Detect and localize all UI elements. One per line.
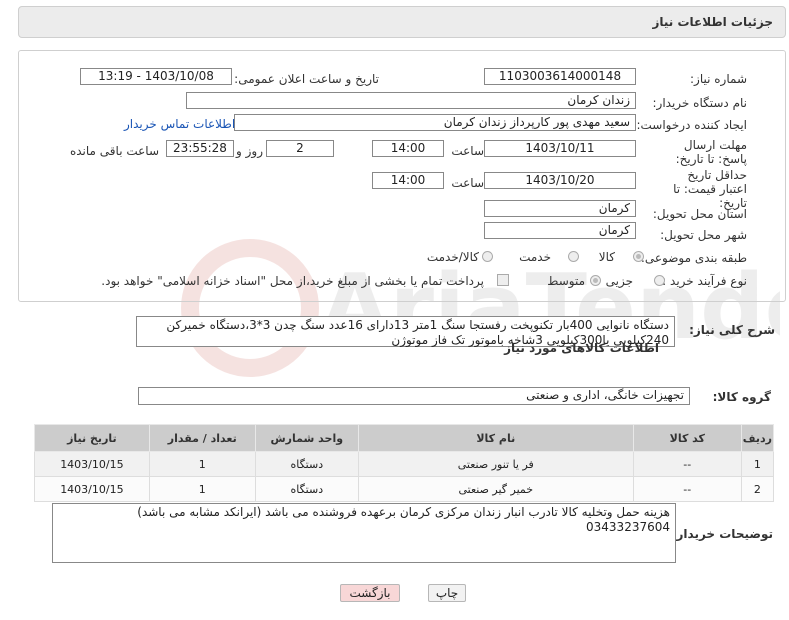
back-button[interactable]: بازگشت [340,584,400,602]
category-service-radio[interactable] [568,251,579,262]
buyer-notes-line-1: هزینه حمل وتخلیه کالا تادرب انبار زندان … [137,505,670,519]
province-label: استان محل تحویل: [652,207,747,221]
process-medium-radio[interactable] [590,275,601,286]
description-line-1: دستگاه نانوایی 400بار تکنوپخت رفستجا سنگ… [166,318,669,332]
col-name: نام کالا [357,424,634,452]
buyer-notes-line-2: 03433237604 [586,520,670,534]
description-label: شرح کلی نیاز: [689,323,775,337]
validity-label: حداقل تاریخ اعتبار قیمت: تا تاریخ: [673,168,747,210]
buyer-notes-textarea: هزینه حمل وتخلیه کالا تادرب انبار زندان … [52,503,676,563]
treasury-payment-checkbox[interactable] [497,274,509,286]
deadline-label: مهلت ارسال پاسخ: تا تاریخ: [675,138,747,166]
remaining-time-field: 23:55:28 [166,140,234,157]
page-header: جزئیات اطلاعات نیاز [18,6,786,38]
category-goods-label: کالا [598,250,615,264]
row-unit: دستگاه [254,476,359,502]
creator-field: سعید مهدی پور کارپرداز زندان کرمان [234,114,636,131]
category-goods-radio[interactable] [633,251,644,262]
row-code: -- [632,476,742,502]
creator-label: ایجاد کننده درخواست: [636,118,747,132]
treasury-payment-note: پرداخت تمام یا بخشی از مبلغ خرید،از محل … [101,274,484,288]
city-field: کرمان [484,222,636,239]
goods-group-label: گروه کالا: [712,390,771,404]
goods-table-header: ردیف کد کالا نام کالا واحد شمارش تعداد /… [34,424,775,452]
col-qty: تعداد / مقدار [148,424,256,452]
col-code: کد کالا [632,424,742,452]
row-name: فر یا تنور صنعتی [357,451,634,477]
city-label: شهر محل تحویل: [660,228,747,242]
buyer-org-field: زندان کرمان [186,92,636,109]
row-date: 1403/10/15 [34,451,150,477]
buyer-org-label: نام دستگاه خریدار: [652,96,748,110]
goods-group-field: تجهیزات خانگی، اداری و صنعتی [138,387,690,405]
process-medium-label: متوسط [547,274,585,288]
deadline-time-label: ساعت [451,144,484,158]
row-index: 2 [740,476,775,502]
row-qty: 1 [148,451,256,477]
col-unit: واحد شمارش [254,424,359,452]
process-minor-label: جزیی [605,274,633,288]
goods-table: ردیف کد کالا نام کالا واحد شمارش تعداد /… [34,424,775,502]
page-title: جزئیات اطلاعات نیاز [652,15,773,29]
deadline-date-field: 1403/10/11 [484,140,636,157]
process-minor-radio[interactable] [654,275,665,286]
announce-label: تاریخ و ساعت اعلان عمومی: [234,72,379,86]
table-row[interactable]: 1 -- فر یا تنور صنعتی دستگاه 1 1403/10/1… [34,451,775,477]
days-label: روز و [236,144,263,158]
col-date: تاریخ نیاز [34,424,150,452]
remaining-label: ساعت باقی مانده [69,144,159,158]
row-date: 1403/10/15 [34,476,150,502]
row-qty: 1 [148,476,256,502]
validity-date-field: 1403/10/20 [484,172,636,189]
row-code: -- [632,451,742,477]
process-label: نوع فرآیند خرید : [662,274,747,288]
days-field: 2 [266,140,334,157]
province-field: کرمان [484,200,636,217]
row-name: خمیر گیر صنعتی [357,476,634,502]
validity-time-field: 14:00 [372,172,444,189]
print-button[interactable]: چاپ [428,584,466,602]
category-label: طبقه بندی موضوعی: [640,251,747,265]
table-row[interactable]: 2 -- خمیر گیر صنعتی دستگاه 1 1403/10/15 [34,476,775,502]
buyer-notes-label: توضیحات خریدار: [671,527,773,541]
need-number-label: شماره نیاز: [690,72,747,86]
contact-buyer-link[interactable]: اطلاعات تماس خریدار [124,117,235,131]
validity-time-label: ساعت [451,176,484,190]
announce-datetime-field: 1403/10/08 - 13:19 [80,68,232,85]
deadline-time-field: 14:00 [372,140,444,157]
goods-section-title: اطلاعات کالاهای مورد نیاز [504,341,659,355]
need-number-field: 1103003614000148 [484,68,636,85]
row-index: 1 [740,451,775,477]
category-both-radio[interactable] [482,251,493,262]
col-index: ردیف [740,424,775,452]
category-service-label: خدمت [519,250,551,264]
row-unit: دستگاه [254,451,359,477]
category-both-label: کالا/خدمت [426,250,479,264]
